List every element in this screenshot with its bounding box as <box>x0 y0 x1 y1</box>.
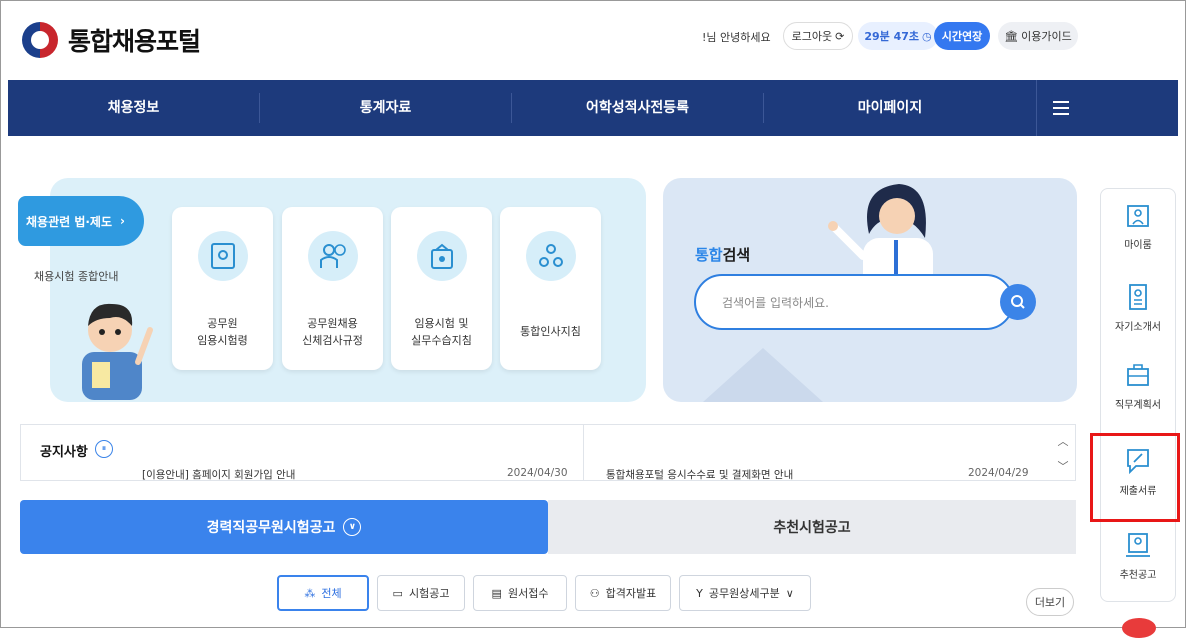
hamburger-icon <box>1052 101 1069 115</box>
taegeuk-logo-icon <box>22 22 58 58</box>
quick-label: 마이룸 <box>1124 240 1152 251</box>
notice-title: 공지사항 <box>40 445 88 460</box>
search-icon <box>1011 295 1025 309</box>
highlight-box <box>1090 433 1180 522</box>
chevron-up-icon[interactable]: ︿ <box>1058 433 1069 449</box>
nav-item-stats[interactable]: 통계자료 <box>260 93 512 123</box>
search-title-accent: 통합 <box>695 246 723 264</box>
card-label: 공무원채용 신체검사규정 <box>302 317 363 347</box>
card-exam-practice-guideline[interactable]: 임용시험 및 실무수습지침 <box>391 207 492 370</box>
greeting-text: !님 안녕하세요 <box>702 31 771 44</box>
quick-label: 직무계획서 <box>1115 400 1161 411</box>
filter-label: 원서접수 <box>507 587 549 600</box>
search-title: 통합검색 <box>695 244 750 265</box>
card-label: 공무원 임용시험령 <box>197 317 248 347</box>
exam-guide-subtitle: 채용시험 종합안내 <box>34 270 119 283</box>
chevron-down-icon[interactable]: ﹀ <box>1058 458 1069 474</box>
law-button-label: 채용관련 법·제도 <box>26 214 113 229</box>
card-label: 임용시험 및 실무수습지침 <box>411 317 472 347</box>
card-label: 통합인사지침 <box>520 325 581 338</box>
hamburger-button[interactable] <box>1036 80 1084 136</box>
notice-divider <box>583 424 584 481</box>
grid-dots-icon: ⁂ <box>304 586 316 600</box>
clock-icon: ◷ <box>922 29 932 43</box>
filter-application[interactable]: ▤ 원서접수 <box>473 575 567 611</box>
timer-text: 29분 47초 <box>864 30 920 43</box>
more-button[interactable]: 더보기 <box>1026 588 1074 616</box>
chevron-right-icon: › <box>120 214 125 228</box>
my-room-icon <box>1127 205 1149 227</box>
briefcase-icon <box>1127 364 1149 386</box>
notice-date-1: 2024/04/30 <box>507 467 568 479</box>
person-check-icon <box>307 231 358 281</box>
form-icon: ▤ <box>491 586 502 600</box>
filter-civil-servant-type[interactable]: Y 공무원상세구분 ∨ <box>679 575 811 611</box>
law-system-button[interactable]: 채용관련 법·제도 › <box>18 196 144 246</box>
logout-icon: ⟳ <box>835 29 845 43</box>
search-button[interactable] <box>1000 284 1036 320</box>
filter-label: 전체 <box>321 587 342 600</box>
tab-recommend-exam-notice[interactable]: 추천시험공고 <box>548 500 1076 554</box>
filter-label: 시험공고 <box>408 587 450 600</box>
nav-item-jobs[interactable]: 채용정보 <box>8 93 260 123</box>
quick-label: 자기소개서 <box>1115 322 1161 333</box>
guide-character-illustration <box>82 303 153 400</box>
quick-my-room[interactable]: 마이룸 <box>1100 200 1176 251</box>
pause-icon[interactable]: ⏸ <box>95 440 113 458</box>
book-icon <box>197 231 248 281</box>
card-integrated-hr-guideline[interactable]: 통합인사지침 <box>500 207 601 370</box>
chevron-down-icon: ∨ <box>785 586 794 600</box>
logout-label: 로그아웃 <box>791 30 833 43</box>
tab-label: 경력직공무원시험공고 <box>206 520 336 536</box>
main-nav: 채용정보 통계자료 어학성적사전등록 마이페이지 <box>8 80 1178 136</box>
document-icon: ▭ <box>392 586 403 600</box>
tab-career-exam-notice[interactable]: 경력직공무원시험공고 ∨ <box>20 500 548 554</box>
quick-self-intro[interactable]: 자기소개서 <box>1100 282 1176 333</box>
filter-label: 공무원상세구분 <box>708 587 780 600</box>
people-icon <box>525 231 576 281</box>
building-icon: 🏛 <box>1004 29 1019 43</box>
guide-label: 이용가이드 <box>1021 30 1072 43</box>
extend-time-button[interactable]: 시간연장 <box>934 22 990 50</box>
guide-button[interactable]: 🏛 이용가이드 <box>998 22 1078 50</box>
site-logo[interactable]: 통합채용포털 <box>22 22 201 58</box>
card-appointment-exam-rules[interactable]: 공무원 임용시험령 <box>172 207 273 370</box>
recommend-icon <box>1126 533 1150 557</box>
chevron-down-circle-icon: ∨ <box>343 518 362 536</box>
notice-item-2[interactable]: 통합채용포털 응시수수료 및 결제화면 안내 <box>606 467 793 482</box>
people-icon: ⚇ <box>589 586 600 600</box>
quick-recommend-notice[interactable]: 추천공고 <box>1100 530 1176 581</box>
filter-label: 합격자발표 <box>605 587 657 600</box>
filter-pass-announcement[interactable]: ⚇ 합격자발표 <box>575 575 671 611</box>
notice-item-1[interactable]: [이용안내] 홈페이지 회원가입 안내 <box>142 467 295 482</box>
notice-scroll: ︿ ﹀ <box>1053 428 1073 478</box>
card-physical-exam-rules[interactable]: 공무원채용 신체검사규정 <box>282 207 383 370</box>
quick-label: 추천공고 <box>1119 570 1157 581</box>
quick-job-plan[interactable]: 직무계획서 <box>1100 360 1176 411</box>
search-title-rest: 검색 <box>722 246 751 264</box>
logo-text: 통합채용포털 <box>68 27 201 56</box>
filter-exam-notice[interactable]: ▭ 시험공고 <box>377 575 465 611</box>
resume-icon <box>1129 284 1147 310</box>
notice-date-2: 2024/04/29 <box>968 467 1029 479</box>
filter-all[interactable]: ⁂ 전체 <box>277 575 369 611</box>
nav-item-mypage[interactable]: 마이페이지 <box>764 93 1016 123</box>
branch-icon: Y <box>696 586 703 600</box>
exam-icon <box>416 231 467 281</box>
logout-button[interactable]: 로그아웃 ⟳ <box>783 22 853 50</box>
nav-item-language-score[interactable]: 어학성적사전등록 <box>512 93 764 123</box>
search-placeholder: 검색어를 입력하세요. <box>722 296 829 310</box>
chatbot-button[interactable] <box>1122 618 1156 638</box>
session-timer: 29분 47초 ◷ <box>858 22 938 50</box>
